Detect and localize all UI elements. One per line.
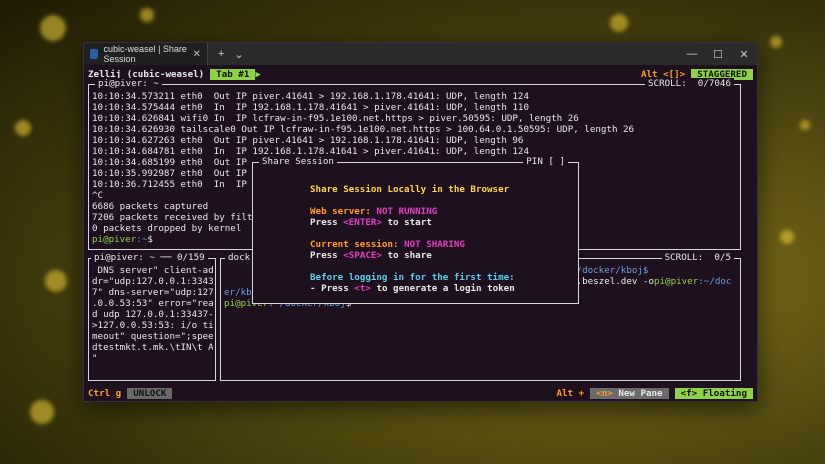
bokeh-light (780, 230, 794, 244)
scroll-indicator: SCROLL: 0/5 (661, 252, 734, 263)
new-pane-shortcut[interactable]: <n> New Pane (590, 387, 669, 399)
ctrl-hint: Ctrl g (88, 387, 122, 399)
hint-text: to generate a login token (376, 283, 515, 294)
close-tab-icon[interactable]: ✕ (193, 49, 201, 60)
output-line: d udp 127.0.0.1:33437- (92, 309, 213, 320)
output-line: meout" question=";spee (92, 331, 213, 342)
session-state: NOT SHARING (404, 239, 465, 250)
title-bar: cubic-weasel | Share Session ✕ + ⌄ — ☐ ✕ (84, 43, 757, 65)
share-hint: Press <SPACE> to share (310, 250, 432, 261)
enter-key[interactable]: <ENTER> (343, 217, 382, 228)
output-line: 7" dns-server="udp:127 (92, 287, 213, 298)
login-token-hint: - Press <t> to generate a login token (310, 283, 515, 294)
output-line: DNS server" client-ad (92, 265, 213, 276)
new-pane-label: New Pane (618, 387, 663, 399)
output-line: 10:10:34.575444 eth0 In IP 192.168.1.178… (92, 102, 529, 113)
output-line: t.beszel.dev -opi@piver:~/doc (571, 276, 731, 287)
share-session-dialog[interactable]: Share Session PIN [ ] Share Session Loca… (252, 156, 579, 304)
alt-plus-hint: Alt + (556, 387, 585, 399)
terminal-window: cubic-weasel | Share Session ✕ + ⌄ — ☐ ✕… (83, 42, 758, 402)
command-text: t.beszel.dev -o (571, 276, 654, 287)
output-line: dr="udp:127.0.0.1:3343 (92, 276, 213, 287)
window-controls: — ☐ ✕ (679, 48, 757, 61)
hint-text: Press (310, 250, 338, 261)
start-server-hint: Press <ENTER> to start (310, 217, 432, 228)
close-window-button[interactable]: ✕ (731, 48, 757, 61)
session-status: Current session: NOT SHARING (310, 239, 465, 250)
output-line: 10:10:34.684781 eth0 In IP 192.168.1.178… (92, 146, 529, 157)
dialog-title: Share Session (259, 156, 337, 167)
space-key[interactable]: <SPACE> (343, 250, 382, 261)
prompt-path: :~/doc (698, 276, 732, 287)
session-label: Current session: (310, 239, 399, 250)
bokeh-light (140, 8, 154, 22)
output-line: 10:10:34.626841 wifi0 In IP lcfraw-in-f9… (92, 113, 579, 124)
web-server-state: NOT RUNNING (376, 206, 438, 217)
floating-shortcut[interactable]: <f> Floating (674, 387, 753, 399)
prompt-user: pi@piver (653, 276, 699, 287)
tab-1[interactable]: Tab #1 (210, 68, 256, 80)
output-line: 10:10:34.627263 eth0 Out IP piver.41641 … (92, 135, 524, 146)
output-line: .0.0.53:53" error="rea (92, 298, 213, 309)
output-line: er/kb (224, 287, 252, 298)
pane-title: dock (225, 252, 254, 263)
prompt-symbol: $ (147, 234, 153, 245)
bokeh-light (15, 120, 31, 136)
pin-button[interactable]: PIN [ ] (523, 156, 568, 167)
n-key: <n> (596, 387, 613, 399)
output-line: " (92, 353, 98, 364)
output-line: 10:10:34.573211 eth0 Out IP piver.41641 … (92, 91, 529, 102)
bokeh-light (40, 15, 66, 41)
zellij-status-bar: Ctrl g UNLOCK Alt + <n> New Pane <f> Flo… (88, 387, 753, 399)
unlock-mode[interactable]: UNLOCK (127, 387, 173, 399)
prompt-user: pi@piver (92, 234, 137, 245)
web-server-label: Web server: (310, 206, 371, 217)
prompt-path: :~ (136, 234, 148, 245)
tab-share-session[interactable]: cubic-weasel | Share Session ✕ (84, 43, 208, 65)
bokeh-light (800, 120, 810, 130)
pane-title: pi@piver: ~ ── 0/159 (91, 252, 208, 263)
dialog-heading: Share Session Locally in the Browser (310, 184, 510, 195)
new-tab-button[interactable]: + (218, 48, 224, 60)
output-line: ~/docker/kboj$ (571, 265, 648, 276)
output-line: dtestmkt.t.mk.\tIN\t A (92, 342, 213, 353)
bokeh-light (45, 270, 67, 292)
hint-text: Press (310, 217, 338, 228)
web-server-status: Web server: NOT RUNNING (310, 206, 437, 217)
bokeh-light (610, 14, 628, 32)
output-line: 10:10:34.626930 tailscale0 Out IP lcfraw… (92, 124, 635, 135)
t-key[interactable]: <t> (354, 283, 371, 294)
prompt-path: ~/docker/kboj$ (571, 265, 649, 276)
login-heading: Before logging in for the first time: (310, 272, 515, 283)
hint-text: - Press (310, 283, 349, 294)
output-line: >127.0.0.53:53: i/o ti (92, 320, 213, 331)
terminal-icon (90, 49, 98, 59)
chevron-down-icon[interactable]: ⌄ (234, 48, 243, 61)
terminal[interactable]: Zellij (cubic-weasel) Tab #1 ▶ Alt <[]> … (84, 65, 757, 401)
pane-dns-log[interactable]: pi@piver: ~ ── 0/159 DNS server" client-… (88, 252, 216, 381)
maximize-button[interactable]: ☐ (705, 48, 731, 61)
hint-text: to start (387, 217, 432, 228)
scroll-indicator: SCROLL: 0/7046 (645, 78, 734, 89)
hint-text: to share (387, 250, 432, 261)
pane-title: pi@piver: ~ (95, 78, 162, 89)
bokeh-light (770, 36, 782, 48)
floating-label: Floating (702, 387, 747, 399)
bokeh-light (30, 400, 54, 424)
minimize-button[interactable]: — (679, 48, 705, 61)
tab-title: cubic-weasel | Share Session (103, 44, 187, 64)
separator-arrow: ▶ (255, 68, 261, 80)
terminal-output: DNS server" client-ad dr="udp:127.0.0.1:… (92, 265, 213, 364)
f-key: <f> (680, 387, 698, 399)
